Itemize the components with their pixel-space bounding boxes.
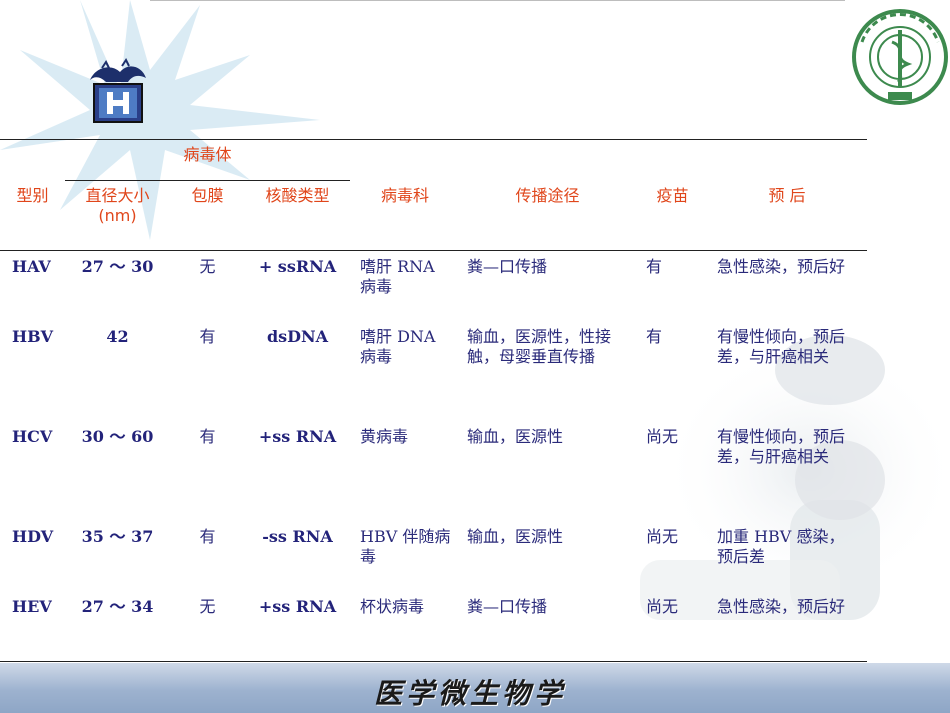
top-rule: [150, 0, 845, 1]
row-hdv-envelope: 有: [199, 527, 216, 546]
header-envelope: 包膜: [191, 186, 224, 205]
row-hev-envelope: 无: [199, 597, 216, 616]
header-family: 病毒科: [380, 186, 429, 205]
footer-title: 医学微生物学: [373, 677, 566, 710]
row-hbv-route: 输血，医源性，性接触，母婴垂直传播: [467, 327, 612, 366]
table-bottom-rule: [0, 661, 867, 662]
row-hcv-family: 黄病毒: [360, 427, 409, 446]
row-hav-type: HAV: [12, 257, 51, 276]
row-hcv-envelope: 有: [199, 427, 216, 446]
row-hbv-family: 嗜肝 DNA 病毒: [360, 327, 436, 366]
row-hev-type: HEV: [12, 597, 52, 616]
starburst-decoration-icon: [0, 0, 320, 240]
header-bottom-rule: [0, 250, 867, 251]
row-hav-family: 嗜肝 RNA 病毒: [360, 257, 435, 296]
row-hev-prognosis: 急性感染，预后好: [717, 597, 846, 616]
row-hbv-type: HBV: [12, 327, 54, 346]
header-type: 型别: [16, 186, 49, 205]
row-hdv-vaccine: 尚无: [646, 527, 679, 546]
header-vaccine: 疫苗: [656, 186, 689, 205]
table-top-rule: [0, 139, 867, 140]
row-hav-vaccine: 有: [646, 257, 663, 276]
row-hcv-prognosis: 有慢性倾向，预后差，与肝癌相关: [717, 427, 846, 466]
row-hdv-route: 输血，医源性: [467, 527, 564, 546]
row-hbv-envelope: 有: [199, 327, 216, 346]
header-group-label: 病毒体: [183, 145, 232, 164]
row-hbv-nucleic: dsDNA: [266, 327, 329, 346]
row-hcv-route: 输血，医源性: [467, 427, 564, 446]
row-hcv-size: 30 ～ 60: [81, 427, 154, 446]
row-hav-nucleic: + ssRNA: [258, 257, 337, 276]
row-hdv-prognosis: 加重 HBV 感染，预后差: [717, 527, 845, 566]
slide: 病毒体 型别 直径大小 (nm) 包膜 核酸类型 病毒科 传播途径 疫苗 预 后…: [0, 0, 950, 713]
row-hev-route: 粪—口传播: [467, 597, 548, 616]
row-hev-nucleic: +ss RNA: [258, 597, 337, 616]
header-nucleic: 核酸类型: [265, 186, 330, 205]
row-hav-route: 粪—口传播: [467, 257, 548, 276]
header-route: 传播途径: [515, 186, 580, 205]
row-hev-size: 27 ～ 34: [81, 597, 154, 616]
row-hbv-size: 42: [106, 327, 129, 346]
row-hbv-vaccine: 有: [646, 327, 663, 346]
header-prognosis: 预 后: [768, 186, 806, 205]
group-underline: [65, 180, 350, 181]
dragon-book-emblem-icon: [90, 58, 146, 123]
row-hev-family: 杯状病毒: [360, 597, 425, 616]
row-hav-envelope: 无: [199, 257, 216, 276]
row-hcv-type: HCV: [12, 427, 53, 446]
row-hdv-family: HBV 伴随病毒: [360, 527, 451, 566]
row-hdv-size: 35 ～ 37: [81, 527, 154, 546]
row-hcv-vaccine: 尚无: [646, 427, 679, 446]
row-hev-vaccine: 尚无: [646, 597, 679, 616]
row-hav-prognosis: 急性感染，预后好: [717, 257, 846, 276]
row-hcv-nucleic: +ss RNA: [258, 427, 337, 446]
row-hbv-prognosis: 有慢性倾向，预后差，与肝癌相关: [717, 327, 846, 366]
row-hdv-type: HDV: [12, 527, 54, 546]
row-hav-size: 27 ～ 30: [81, 257, 154, 276]
row-hdv-nucleic: -ss RNA: [262, 527, 333, 546]
university-seal-icon: [852, 9, 948, 105]
header-size: 直径大小 (nm): [85, 186, 150, 225]
